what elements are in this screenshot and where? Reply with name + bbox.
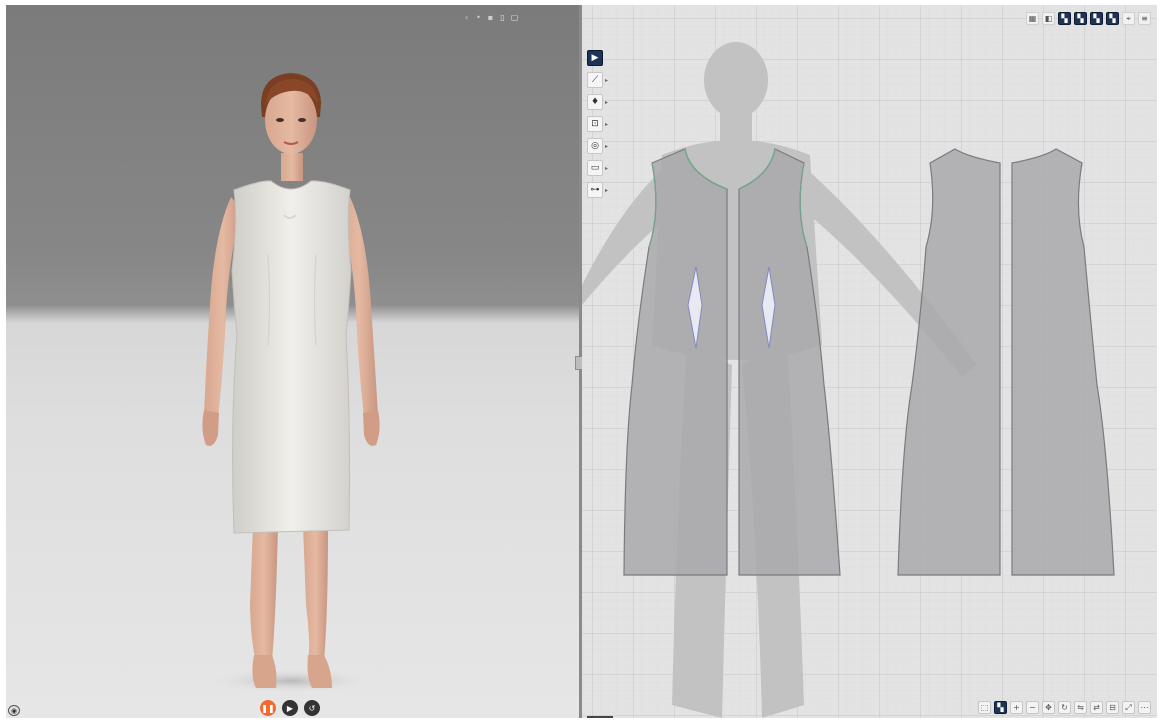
arrow-icon[interactable]: ‹ xyxy=(462,11,471,24)
chevron-right-icon: ▸ xyxy=(605,120,609,128)
3d-viewport[interactable]: ‹ • ▪ ▯ ▢ ◉ xyxy=(6,5,579,718)
2d-pattern-viewport[interactable]: ▦ ◧ ▚ ▚ ▚ ▚ ⌖ ≡ ⬚ ▚ + − ✥ ↻ ⇋ ⇄ ⊟ ⤢ ⋯ xyxy=(582,5,1157,718)
chevron-right-icon: ▸ xyxy=(605,76,609,84)
fold-tool[interactable]: ▭ ▸ xyxy=(587,160,608,176)
flip-icon[interactable]: ⇋ xyxy=(1074,701,1087,714)
expand-icon[interactable]: ⤢ xyxy=(1122,701,1135,714)
garment-icon[interactable]: ▯ xyxy=(498,11,507,24)
layout-c-icon[interactable]: ▚ xyxy=(1090,12,1103,25)
playback-controls: ❚❚ ▶ ↺ xyxy=(260,700,320,716)
measure-icon[interactable]: ⊶ xyxy=(587,182,603,198)
pattern-grid xyxy=(582,5,1157,718)
play-icon[interactable]: ▶ xyxy=(282,700,298,716)
settings-icon[interactable]: ≡ xyxy=(1138,12,1151,25)
circle-icon[interactable]: ◎ xyxy=(587,138,603,154)
layout-b-icon[interactable]: ▚ xyxy=(1074,12,1087,25)
camera-icon[interactable]: ▢ xyxy=(510,11,519,24)
2d-viewport-toolbar: ▦ ◧ ▚ ▚ ▚ ▚ ⌖ ≡ xyxy=(1026,12,1151,25)
chevron-right-icon: ▸ xyxy=(605,164,609,172)
mirror-icon[interactable]: ⇄ xyxy=(1090,701,1103,714)
chevron-right-icon: ▸ xyxy=(605,142,609,150)
chevron-right-icon: ▸ xyxy=(605,98,609,106)
camera-reset-icon[interactable]: ◉ xyxy=(8,705,20,716)
2d-bottom-toolbar: ⬚ ▚ + − ✥ ↻ ⇋ ⇄ ⊟ ⤢ ⋯ xyxy=(978,701,1151,714)
select-tool[interactable]: ▶ xyxy=(587,50,608,66)
zoom-out-icon[interactable]: − xyxy=(1026,701,1039,714)
align-icon[interactable]: ⊟ xyxy=(1106,701,1119,714)
button-tool[interactable]: ◎ ▸ xyxy=(587,138,608,154)
3d-viewport-toolbar: ‹ • ▪ ▯ ▢ xyxy=(462,11,519,24)
pause-icon[interactable]: ❚❚ xyxy=(260,700,276,716)
line-tool[interactable]: ⟋ ▸ xyxy=(587,72,608,88)
layout-d-icon[interactable]: ▚ xyxy=(1106,12,1119,25)
dart-tool[interactable]: ♦ ▸ xyxy=(587,94,608,110)
more-icon[interactable]: ⋯ xyxy=(1138,701,1151,714)
chevron-right-icon: ▸ xyxy=(605,186,609,194)
rotate-icon[interactable]: ↻ xyxy=(1058,701,1071,714)
2d-tool-strip: ▶ ⟋ ▸ ♦ ▸ ⊡ ▸ ◎ ▸ ▭ ▸ ⊶ ▸ xyxy=(587,50,608,198)
zoom-in-icon[interactable]: + xyxy=(1010,701,1023,714)
pan-icon[interactable]: ✥ xyxy=(1042,701,1055,714)
pen-icon[interactable]: ⟋ xyxy=(587,72,603,88)
fold-icon[interactable]: ▭ xyxy=(587,160,603,176)
avatar-figure xyxy=(202,73,380,693)
grid-icon[interactable]: ▦ xyxy=(1026,12,1039,25)
cursor-icon[interactable]: ▶ xyxy=(587,50,603,66)
reset-icon[interactable]: ↺ xyxy=(304,700,320,716)
marker-icon[interactable]: ▪ xyxy=(486,11,495,24)
measure-tool[interactable]: ⊶ ▸ xyxy=(587,182,608,198)
view-icon[interactable]: ▚ xyxy=(994,701,1007,714)
avatar-toggle-icon[interactable]: • xyxy=(474,11,483,24)
seam-tool[interactable]: ⊡ ▸ xyxy=(587,116,608,132)
pin-icon[interactable]: ⌖ xyxy=(1122,12,1135,25)
layout-a-icon[interactable]: ▚ xyxy=(1058,12,1071,25)
scale-bar xyxy=(587,716,613,718)
layer-icon[interactable]: ◧ xyxy=(1042,12,1055,25)
dart-icon[interactable]: ♦ xyxy=(587,94,603,110)
seam-icon[interactable]: ⊡ xyxy=(587,116,603,132)
fit-icon[interactable]: ⬚ xyxy=(978,701,991,714)
